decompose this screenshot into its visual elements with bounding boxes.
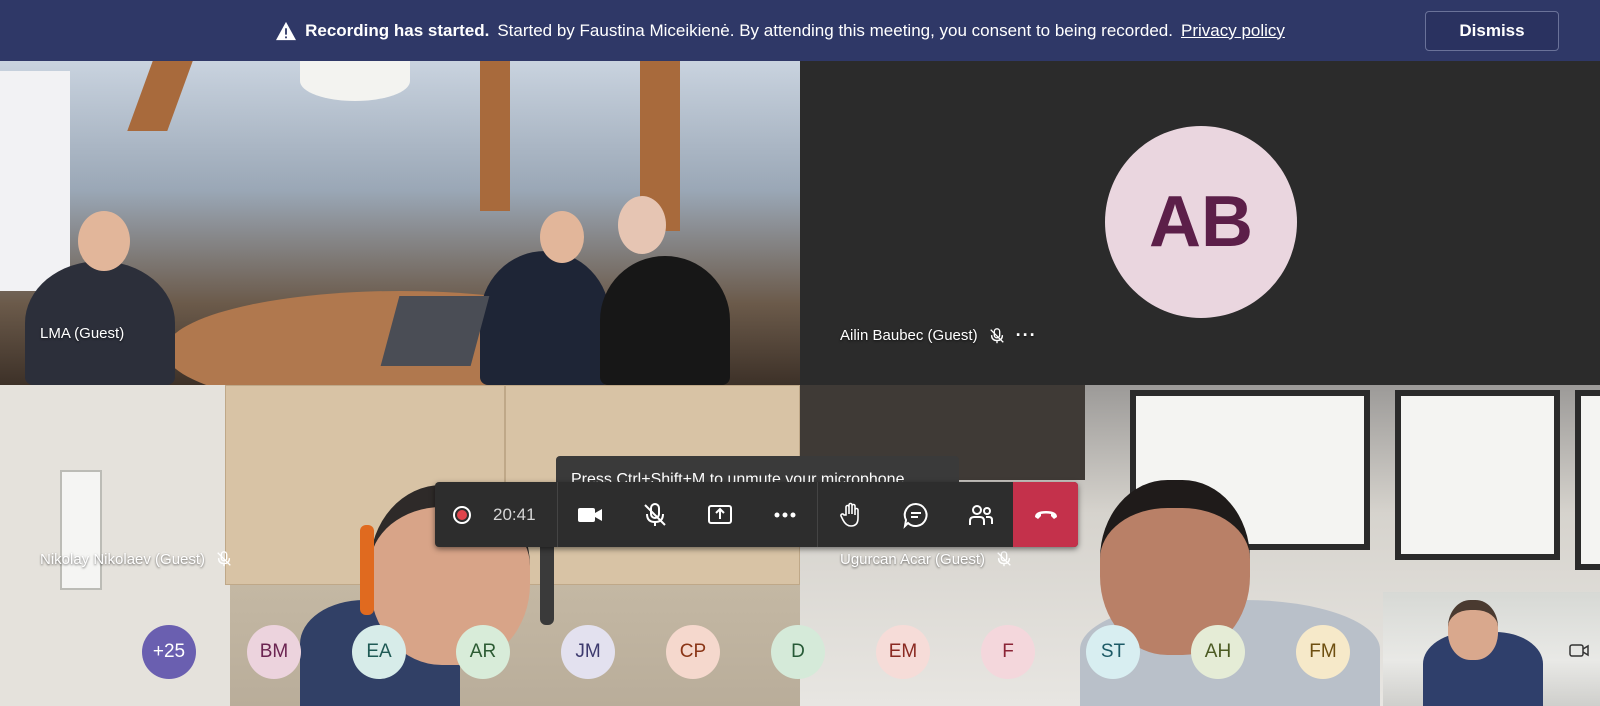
participant-avatar[interactable]: FM — [1296, 625, 1350, 679]
self-view[interactable] — [1383, 592, 1600, 706]
tile-name-label: Ailin Baubec (Guest) ··· — [840, 325, 1037, 346]
share-screen-icon — [708, 504, 733, 524]
ceiling-lamp — [300, 61, 410, 101]
participant-head — [540, 211, 584, 263]
participant-avatar[interactable]: +25 — [142, 625, 196, 679]
headset — [360, 525, 374, 615]
participant-avatar[interactable]: JM — [561, 625, 615, 679]
camera-button[interactable] — [558, 482, 623, 547]
self-head — [1448, 600, 1498, 660]
participant-avatar[interactable]: EM — [876, 625, 930, 679]
raise-hand-button[interactable] — [818, 482, 883, 547]
tile-name-label: Ugurcan Acar (Guest) — [840, 550, 1013, 568]
dismiss-button[interactable]: Dismiss — [1425, 11, 1559, 51]
participant-avatar[interactable]: F — [981, 625, 1035, 679]
tile-name-label: LMA (Guest) — [40, 325, 124, 342]
wall — [0, 385, 230, 706]
banner-title: Recording has started. — [305, 20, 490, 40]
call-control-bar: 20:41 — [435, 482, 1078, 547]
participant-avatar[interactable]: AH — [1191, 625, 1245, 679]
participant-head — [618, 196, 666, 254]
mic-button[interactable] — [623, 482, 688, 547]
share-screen-button[interactable] — [688, 482, 753, 547]
more-icon — [774, 512, 796, 517]
participant-name: LMA (Guest) — [40, 325, 125, 342]
leave-call-button[interactable] — [1013, 482, 1078, 547]
camera-icon — [578, 507, 603, 522]
mic-off-icon — [217, 551, 231, 567]
video-tile-lma[interactable]: LMA (Guest) — [0, 61, 800, 385]
tile-name-label: Nikolay Nikolaev (Guest) — [40, 550, 233, 568]
headset — [540, 535, 554, 625]
hand-icon — [840, 502, 859, 527]
video-tile-ailin-baubec[interactable]: AB Ailin Baubec (Guest) ··· — [800, 61, 1600, 385]
hang-up-icon — [1034, 510, 1057, 519]
participant-figure — [600, 256, 730, 385]
mic-off-icon — [989, 327, 1004, 343]
recording-banner: Recording has started. Started by Fausti… — [0, 0, 1600, 61]
avatar: AB — [1105, 126, 1297, 318]
banner-text: Started by Faustina Miceikienė. By atten… — [497, 20, 1173, 40]
room-beam — [127, 61, 193, 131]
warning-icon — [276, 21, 297, 40]
laptop — [380, 296, 490, 366]
banner-stand — [0, 71, 70, 291]
mic-off-icon — [644, 502, 666, 526]
people-icon — [968, 504, 993, 525]
recording-indicator: 20:41 — [435, 482, 558, 547]
participant-head — [78, 211, 130, 271]
chat-button[interactable] — [883, 482, 948, 547]
camera-switch-icon[interactable] — [1568, 640, 1590, 662]
banner-message: Recording has started. Started by Fausti… — [275, 21, 1285, 41]
participant-name: Ugurcan Acar (Guest) — [840, 550, 986, 568]
participant-avatar[interactable]: EA — [352, 625, 406, 679]
participant-figure — [25, 261, 175, 385]
privacy-policy-link[interactable]: Privacy policy — [1181, 21, 1285, 41]
wall-panel — [60, 470, 102, 590]
record-icon — [453, 505, 471, 524]
participant-name: Ailin Baubec (Guest) — [840, 327, 978, 344]
more-actions-button[interactable] — [753, 482, 818, 547]
participant-avatar[interactable]: D — [771, 625, 825, 679]
room-beam — [480, 61, 510, 211]
participants-button[interactable] — [948, 482, 1013, 547]
picture-frame — [1575, 390, 1600, 570]
participant-avatar[interactable]: ST — [1086, 625, 1140, 679]
participant-name: Nikolay Nikolaev (Guest) — [40, 550, 206, 568]
participant-avatar[interactable]: AR — [456, 625, 510, 679]
participant-figure — [480, 251, 610, 385]
participant-avatar[interactable]: BM — [247, 625, 301, 679]
call-timer: 20:41 — [493, 504, 536, 524]
chat-icon — [903, 502, 928, 529]
picture-frame — [1395, 390, 1560, 560]
participant-avatar[interactable]: CP — [666, 625, 720, 679]
more-options-icon[interactable]: ··· — [1016, 325, 1037, 346]
mic-off-icon — [997, 551, 1011, 567]
